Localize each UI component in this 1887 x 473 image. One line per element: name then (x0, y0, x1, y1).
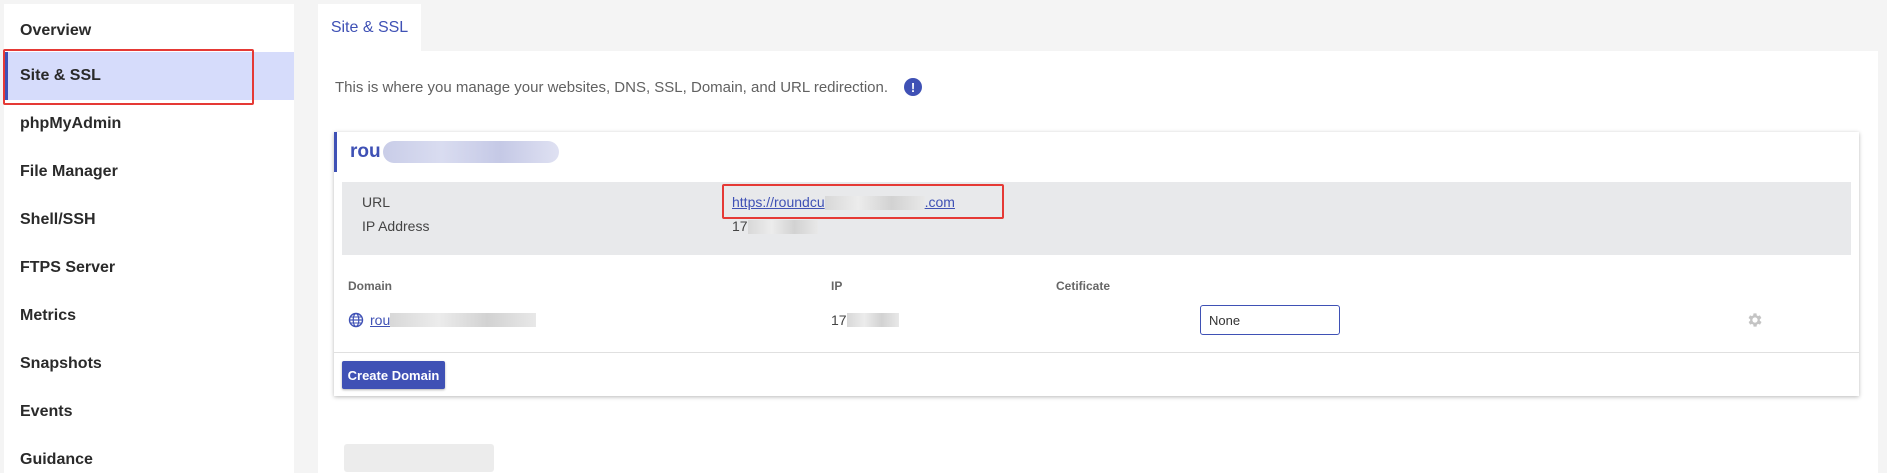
sidebar-item-phpmyadmin[interactable]: phpMyAdmin (4, 100, 294, 148)
url-label: URL (362, 194, 391, 210)
redacted-text (824, 196, 925, 211)
ip-address-value: 17 (732, 218, 818, 235)
gear-icon[interactable] (1746, 311, 1764, 329)
sidebar-item-shell-ssh[interactable]: Shell/SSH (4, 196, 294, 244)
content-panel: This is where you manage your websites, … (318, 51, 1878, 473)
redacted-text (747, 220, 818, 235)
sidebar-item-guidance[interactable]: Guidance (4, 436, 294, 473)
domain-link[interactable]: rou (370, 312, 390, 328)
divider (334, 352, 1859, 353)
ip-address-label: IP Address (362, 218, 430, 234)
create-domain-button[interactable]: Create Domain (342, 361, 445, 389)
certificate-select[interactable]: None (1200, 305, 1340, 335)
site-name-header: rou (334, 132, 1859, 172)
sidebar-item-ftps-server[interactable]: FTPS Server (4, 244, 294, 292)
sidebar-item-metrics[interactable]: Metrics (4, 292, 294, 340)
sidebar-item-site-ssl[interactable]: Site & SSL (4, 52, 294, 100)
site-card: rou URL https://roundcu .com IP Address 1… (334, 132, 1859, 396)
url-link[interactable]: https://roundcu .com (732, 194, 955, 211)
sidebar-item-events[interactable]: Events (4, 388, 294, 436)
site-info-box: URL https://roundcu .com IP Address 17 (342, 182, 1851, 255)
sidebar: Overview Site & SSL phpMyAdmin File Mana… (4, 4, 294, 473)
sidebar-item-file-manager[interactable]: File Manager (4, 148, 294, 196)
main-content: Site & SSL This is where you manage your… (318, 0, 1887, 473)
info-icon[interactable]: ! (904, 78, 923, 96)
app: Overview Site & SSL phpMyAdmin File Mana… (0, 0, 1887, 473)
column-header-domain: Domain (348, 279, 393, 293)
sidebar-item-snapshots[interactable]: Snapshots (4, 340, 294, 388)
column-header-certificate: Cetificate (1056, 279, 1111, 293)
redacted-text (846, 313, 899, 327)
redacted-text (390, 313, 537, 327)
intro-text: This is where you manage your websites, … (335, 78, 923, 96)
globe-icon (348, 312, 364, 328)
loading-placeholder (344, 444, 494, 472)
sidebar-item-overview[interactable]: Overview (4, 7, 294, 55)
tab-site-ssl[interactable]: Site & SSL (318, 4, 421, 51)
ip-cell: 17 (831, 312, 899, 328)
domain-cell: rou (348, 312, 537, 328)
redacted-text (382, 141, 559, 163)
column-header-ip: IP (831, 279, 843, 293)
